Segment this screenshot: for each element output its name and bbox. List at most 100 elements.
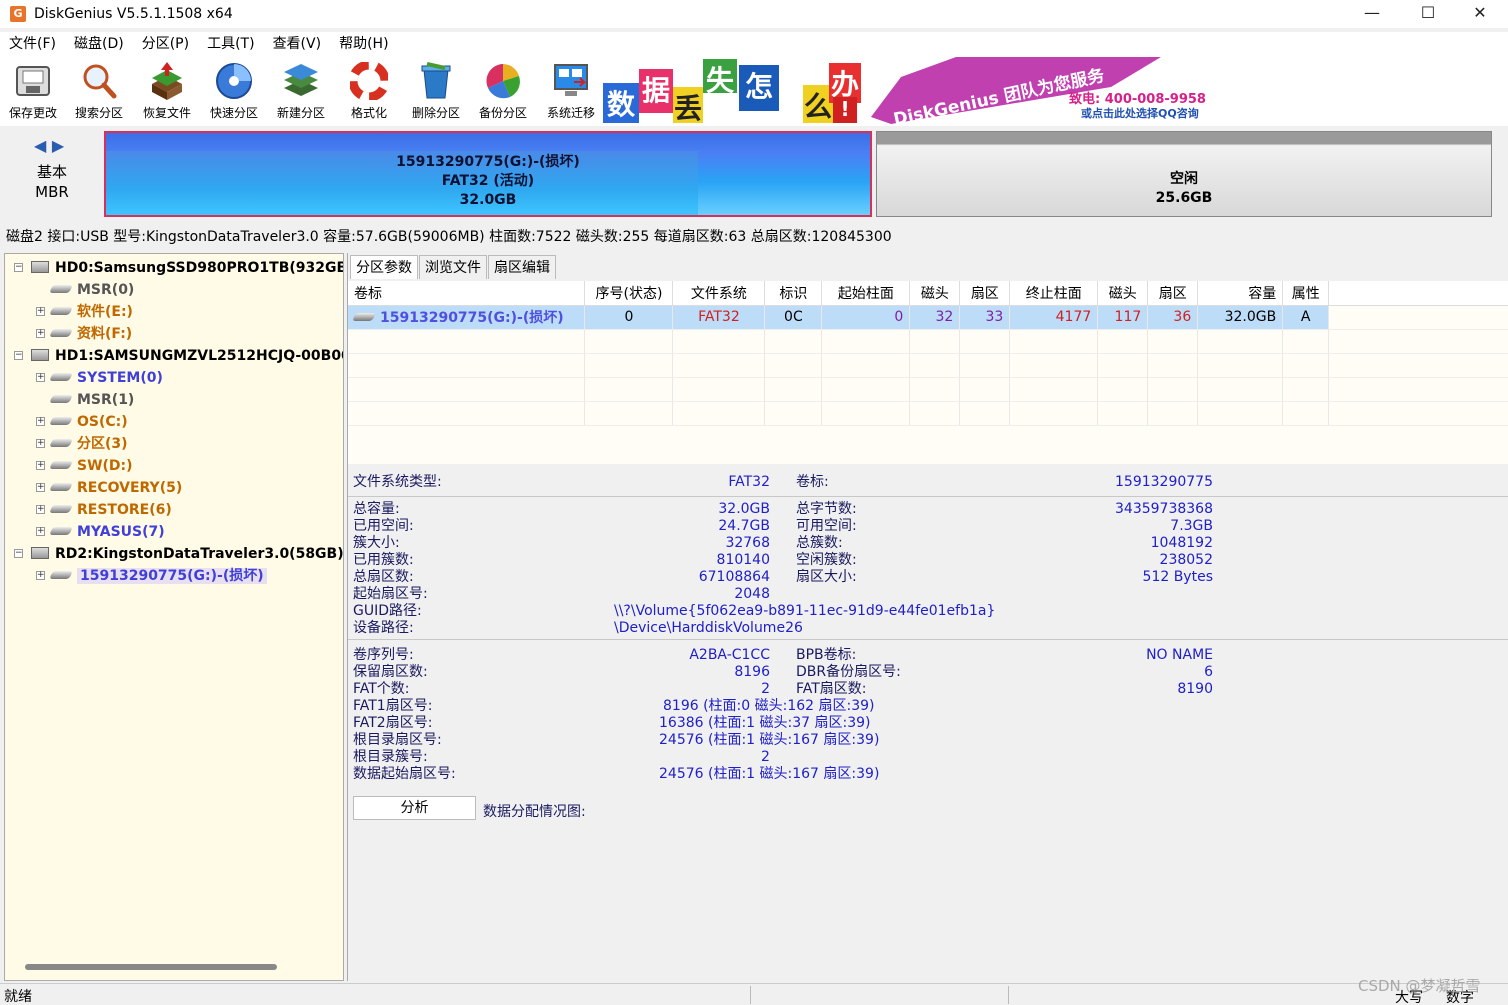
col-header-start-cyl[interactable]: 起始柱面 xyxy=(821,281,911,306)
disk-nav-arrows[interactable]: ◀ ▶ xyxy=(34,136,64,155)
detail-label: 起始扇区号: xyxy=(353,586,428,602)
col-header-start-sector[interactable]: 扇区 xyxy=(959,281,1011,306)
col-header-id[interactable]: 标识 xyxy=(764,281,823,306)
toolbar-label: 备份分区 xyxy=(478,106,527,120)
tree-expander-icon[interactable]: + xyxy=(36,329,45,338)
tree-expander-icon[interactable]: − xyxy=(14,549,23,558)
col-header-end-cyl[interactable]: 终止柱面 xyxy=(1009,281,1099,306)
table-header-row: 卷标 序号(状态) 文件系统 标识 起始柱面 磁头 扇区 终止柱面 磁头 扇区 … xyxy=(348,281,1508,306)
table-row[interactable]: 15913290775(G:)-(损坏) 0 FAT32 0C 0 32 33 … xyxy=(348,305,1508,330)
new-partition-button[interactable]: 新建分区 xyxy=(268,60,334,122)
menu-tools[interactable]: 工具(T) xyxy=(198,32,263,56)
detail-value: 512 Bytes xyxy=(1142,569,1213,585)
tree-partition-node[interactable]: SYSTEM(0) xyxy=(49,367,163,389)
disk-map: ◀ ▶ 基本 MBR 15913290775(G:)-(损坏) FAT32 (活… xyxy=(0,126,1508,222)
tab-browse-files[interactable]: 浏览文件 xyxy=(419,255,487,279)
quick-partition-button[interactable]: 快速分区 xyxy=(201,60,267,122)
detail-value: 67108864 xyxy=(698,569,770,585)
system-migration-button[interactable]: 系统迁移 xyxy=(538,60,604,122)
menu-disk[interactable]: 磁盘(D) xyxy=(65,32,133,56)
banner-char: 失 xyxy=(703,59,737,97)
col-header-end-sector[interactable]: 扇区 xyxy=(1147,281,1199,306)
minimize-button[interactable]: — xyxy=(1344,0,1400,28)
tree-expander-icon[interactable]: + xyxy=(36,417,45,426)
tree-node-label: MSR(1) xyxy=(77,392,135,408)
banner-char: ! xyxy=(833,97,857,123)
watermark: CSDN @梦凝哲雪 xyxy=(1358,977,1481,995)
tree-disk-node[interactable]: RD2:KingstonDataTraveler3.0(58GB) xyxy=(31,543,343,565)
partition-block-selected[interactable]: 15913290775(G:)-(损坏) FAT32 (活动) 32.0GB xyxy=(104,131,872,217)
col-header-end-head[interactable]: 磁头 xyxy=(1097,281,1149,306)
free-space-label: 空闲 25.6GB xyxy=(877,170,1491,208)
allocation-map-label: 数据分配情况图: xyxy=(483,804,586,820)
tree-expander-icon[interactable]: + xyxy=(36,571,45,580)
col-header-label[interactable]: 卷标 xyxy=(348,281,586,306)
tree-partition-node[interactable]: RESTORE(6) xyxy=(49,499,172,521)
menu-partition[interactable]: 分区(P) xyxy=(133,32,198,56)
tree-expander-icon[interactable]: + xyxy=(36,307,45,316)
maximize-button[interactable]: ☐ xyxy=(1400,0,1456,28)
free-space-block[interactable]: 空闲 25.6GB xyxy=(876,131,1492,217)
menu-help[interactable]: 帮助(H) xyxy=(330,32,397,56)
tab-sector-editor[interactable]: 扇区编辑 xyxy=(488,255,556,279)
detail-label: 根目录簇号: xyxy=(353,749,428,765)
analyze-button[interactable]: 分析 xyxy=(353,796,476,820)
backup-partition-button[interactable]: 备份分区 xyxy=(470,60,536,122)
toolbar-label: 系统迁移 xyxy=(546,106,595,120)
save-changes-button[interactable]: 保存更改 xyxy=(0,60,66,122)
cell-fs: FAT32 xyxy=(672,305,766,330)
tab-partition-params[interactable]: 分区参数 xyxy=(350,255,418,279)
tree-node-label: MSR(0) xyxy=(77,282,135,298)
delete-partition-button[interactable]: 删除分区 xyxy=(403,60,469,122)
col-header-fs[interactable]: 文件系统 xyxy=(672,281,766,306)
tree-expander-icon[interactable]: + xyxy=(36,505,45,514)
tree-partition-node[interactable]: 资料(F:) xyxy=(49,323,132,345)
promo-banner[interactable]: 数 据 丢 失 怎 么 办 ! DiskGenius 团队为您服务 致电: 40… xyxy=(603,57,1214,124)
detail-label: BPB卷标: xyxy=(796,647,857,663)
close-button[interactable]: ✕ xyxy=(1452,0,1508,28)
disk-drive-icon xyxy=(31,261,49,273)
search-partition-button[interactable]: 搜索分区 xyxy=(66,60,132,122)
disk-tree[interactable]: − HD0:SamsungSSD980PRO1TB(932GB) MSR(0) + 软件… xyxy=(4,253,344,981)
tree-expander-icon[interactable]: + xyxy=(36,439,45,448)
status-bar: 就绪 大写 数字 xyxy=(0,983,1508,1005)
tree-partition-node[interactable]: MSR(0) xyxy=(49,279,135,301)
tree-expander-icon[interactable]: + xyxy=(36,527,45,536)
detail-value: 238052 xyxy=(1159,552,1213,568)
tree-partition-node[interactable]: RECOVERY(5) xyxy=(49,477,182,499)
tree-partition-node[interactable]: MYASUS(7) xyxy=(49,521,165,543)
format-button[interactable]: 格式化 xyxy=(336,60,402,122)
tree-partition-node[interactable]: 软件(E:) xyxy=(49,301,133,323)
cell-index: 0 xyxy=(584,305,674,330)
tree-expander-icon[interactable]: + xyxy=(36,461,45,470)
col-header-attr[interactable]: 属性 xyxy=(1282,281,1330,306)
detail-value: A2BA-C1CC xyxy=(689,647,770,663)
partition-name: 15913290775(G:)-(损坏) xyxy=(396,154,580,170)
tree-partition-node[interactable]: MSR(1) xyxy=(49,389,135,411)
cell-start-cyl: 0 xyxy=(821,305,911,330)
col-header-capacity[interactable]: 容量 xyxy=(1197,281,1284,306)
menu-file[interactable]: 文件(F) xyxy=(0,32,65,56)
tree-node-label: SYSTEM(0) xyxy=(77,370,163,386)
detail-label: DBR备份扇区号: xyxy=(796,664,901,680)
col-header-start-head[interactable]: 磁头 xyxy=(909,281,961,306)
tree-partition-node[interactable]: OS(C:) xyxy=(49,411,128,433)
tree-expander-icon[interactable]: − xyxy=(14,263,23,272)
tree-partition-node[interactable]: 15913290775(G:)-(损坏) xyxy=(49,565,267,587)
tree-node-label: HD0:SamsungSSD980PRO1TB(932GB) xyxy=(55,260,344,276)
tree-partition-node[interactable]: SW(D:) xyxy=(49,455,133,477)
recover-files-button[interactable]: 恢复文件 xyxy=(134,60,200,122)
tree-disk-node[interactable]: HD0:SamsungSSD980PRO1TB(932GB) xyxy=(31,257,344,279)
partition-icon xyxy=(49,483,73,491)
tree-partition-node[interactable]: 分区(3) xyxy=(49,433,128,455)
tree-horizontal-scrollbar[interactable] xyxy=(25,964,277,970)
toolbar-label: 格式化 xyxy=(350,106,387,120)
tree-expander-icon[interactable]: − xyxy=(14,351,23,360)
banner-char: 丢 xyxy=(673,87,703,124)
tree-disk-node[interactable]: HD1:SAMSUNGMZVL2512HCJQ-00B00 xyxy=(31,345,343,367)
tree-expander-icon[interactable]: + xyxy=(36,373,45,382)
menu-view[interactable]: 查看(V) xyxy=(264,32,331,56)
tree-expander-icon[interactable]: + xyxy=(36,483,45,492)
col-header-index[interactable]: 序号(状态) xyxy=(584,281,674,306)
detail-value: 24576 (柱面:1 磁头:167 扇区:39) xyxy=(659,732,880,748)
